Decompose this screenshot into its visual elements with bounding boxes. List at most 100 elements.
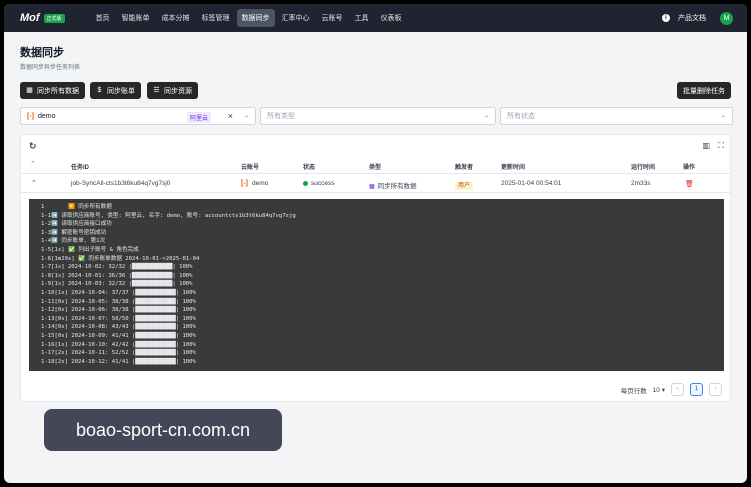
sync-all-button[interactable]: ▦ 同步所有数据: [20, 82, 85, 99]
type-filter[interactable]: 所有类型 ⌄: [260, 107, 496, 125]
database-icon: ☰: [153, 87, 160, 94]
chevron-down-icon: ⌄: [243, 113, 249, 119]
top-navbar: Mof 正式版 首页 智能账单 成本分摊 标签管理 数据同步 汇率中心 云账号 …: [4, 4, 747, 32]
chevron-down-icon: ⌄: [483, 113, 489, 119]
page-number-button[interactable]: 1: [690, 383, 703, 396]
rows-per-page-value: 10: [652, 386, 660, 394]
account-filter-value: demo: [38, 112, 56, 120]
info-icon[interactable]: i: [662, 14, 670, 22]
aliyun-icon: [-]: [241, 180, 248, 187]
app-window: Mof 正式版 首页 智能账单 成本分摊 标签管理 数据同步 汇率中心 云账号 …: [4, 4, 747, 483]
success-dot-icon: [303, 180, 308, 186]
log-line: 1-13[0s] 2024-10-07: 50/50 |████████████…: [41, 315, 196, 322]
account-filter[interactable]: [-] demo 阿里云 × ⌄: [20, 107, 256, 125]
log-line: 1-3➡️ 解密账号密钥成功: [41, 229, 107, 236]
docs-link[interactable]: 产品文档: [678, 13, 706, 23]
prev-page-button[interactable]: ‹: [671, 383, 684, 396]
cell-runtime: 2m33s: [631, 180, 651, 187]
sync-resource-button[interactable]: ☰ 同步资源: [147, 82, 198, 99]
header-status[interactable]: 状态: [303, 162, 315, 171]
cell-type-text: 同步所有数据: [377, 183, 417, 190]
sync-all-label: 同步所有数据: [37, 87, 79, 95]
header-actions: 操作: [683, 165, 696, 171]
cell-updated: 2025-01-04 00:54:01: [501, 180, 562, 187]
log-line: 1-10[1s] 2024-10-04: 37/37 |████████████…: [41, 289, 196, 296]
cloud-tag: 阿里云: [187, 112, 212, 123]
header-type[interactable]: 类型: [369, 162, 381, 171]
nav-right: i 产品文档 M: [662, 4, 733, 32]
task-table-card: ↻ ▥ ⛶ ⌃ 任务ID 云账号 状态 类型 触发者 更新时间 运行时间 操作 …: [20, 134, 731, 402]
log-line: 1-14[0s] 2024-10-08: 43/43 |████████████…: [41, 324, 196, 331]
log-line: 1-12[0s] 2024-10-06: 38/38 |████████████…: [41, 307, 196, 314]
log-line: 1-4➡️ 同步账单, 第1次: [41, 238, 106, 245]
sync-resource-label: 同步资源: [164, 87, 192, 95]
app-logo[interactable]: Mof: [20, 12, 40, 24]
row-divider: [21, 192, 730, 193]
main-menu: 首页 智能账单 成本分摊 标签管理 数据同步 汇率中心 云账号 工具 仪表板: [91, 9, 407, 27]
env-badge: 正式版: [43, 13, 65, 23]
nav-item-tag-management[interactable]: 标签管理: [197, 9, 235, 27]
bulk-delete-button[interactable]: 批量删除任务: [677, 82, 731, 99]
avatar[interactable]: M: [720, 11, 733, 25]
header-divider: [21, 173, 730, 174]
cell-trigger: 用户: [455, 180, 474, 190]
log-line: 1-7[1s] 2024-10-02: 32/32 |████████████|…: [41, 264, 193, 271]
cell-account: [-] demo: [241, 180, 268, 187]
nav-item-home[interactable]: 首页: [91, 9, 115, 27]
log-line: 1-11[0s] 2024-10-05: 38/38 |████████████…: [41, 298, 196, 305]
nav-item-dashboard[interactable]: 仪表板: [376, 9, 407, 27]
log-line: 1-16[1s] 2024-10-10: 42/42 |████████████…: [41, 341, 196, 348]
log-line: 1-8[1s] 2024-10-01: 36/36 |████████████|…: [41, 272, 193, 279]
type-filter-placeholder: 所有类型: [267, 113, 295, 120]
cell-task-id: job-SyncAll-cts1b3t6ku84q7vg7sj0: [71, 180, 171, 187]
nav-item-smart-bill[interactable]: 智能账单: [117, 9, 155, 27]
nav-item-cloud-account[interactable]: 云账号: [317, 9, 348, 27]
page-subtitle: 数据同步异步任务列表: [20, 65, 81, 71]
header-trigger[interactable]: 触发者: [455, 162, 473, 171]
clear-icon[interactable]: ×: [228, 111, 233, 121]
fullscreen-icon[interactable]: ⛶: [718, 141, 724, 151]
aliyun-icon: [-]: [27, 112, 34, 120]
log-line: 1-18[2s] 2024-10-12: 41/41 |████████████…: [41, 358, 196, 365]
log-line: 1-6[1m29s] ✅ 同步账单数据 2024-10-01->2025-01-…: [41, 255, 200, 262]
cell-status: success: [303, 180, 334, 187]
page-title: 数据同步: [20, 47, 64, 59]
cell-account-name: demo: [252, 180, 269, 187]
cell-status-text: success: [311, 180, 335, 187]
columns-icon[interactable]: ▥: [702, 141, 710, 150]
chevron-up-icon[interactable]: ⌃: [31, 179, 37, 187]
status-filter[interactable]: 所有状态 ⌄: [500, 107, 733, 125]
nav-item-cost-allocation[interactable]: 成本分摊: [157, 9, 195, 27]
collapse-all-icon[interactable]: ⌃: [30, 160, 36, 168]
watermark: boao-sport-cn.com.cn: [44, 409, 282, 451]
trigger-tag: 用户: [455, 182, 474, 190]
log-line: 1-1➡️ 读取供应商账号, 类型: 阿里云, 名字: demo, 账号: ac…: [41, 212, 296, 219]
log-line: 1-9[1s] 2024-10-03: 32/32 |████████████|…: [41, 281, 193, 288]
log-line: 1-2➡️ 读取供应商接口成功: [41, 221, 112, 228]
sync-bill-label: 同步账单: [107, 87, 135, 95]
task-log-terminal[interactable]: 1 ▶️ 同步所有数据 1-1➡️ 读取供应商账号, 类型: 阿里云, 名字: …: [29, 199, 724, 371]
nav-item-data-sync[interactable]: 数据同步: [236, 9, 275, 27]
cell-type: ▦ 同步所有数据: [369, 180, 417, 190]
nav-item-tools[interactable]: 工具: [350, 9, 374, 27]
bulk-delete-label: 批量删除任务: [683, 87, 725, 95]
header-task-id[interactable]: 任务ID: [71, 162, 89, 171]
refresh-icon[interactable]: ↻: [29, 141, 37, 152]
log-line: 1-5[1s] ✅ 列出子账号 & 角色完成: [41, 246, 139, 253]
rows-per-page-label: 每页行数: [620, 387, 647, 395]
rows-per-page-select[interactable]: 10 ▾: [653, 386, 665, 394]
next-page-button[interactable]: ›: [709, 383, 722, 396]
log-line: 1 ▶️ 同步所有数据: [41, 204, 112, 210]
header-account[interactable]: 云账号: [241, 162, 259, 171]
table-toolbar: ↻ ▥ ⛶: [21, 135, 730, 155]
nav-item-exchange-rate[interactable]: 汇率中心: [277, 9, 315, 27]
log-line: 1-15[0s] 2024-10-09: 41/41 |████████████…: [41, 332, 196, 339]
chevron-down-icon: ▾: [661, 386, 665, 394]
dollar-icon: $: [97, 87, 102, 94]
sync-bill-button[interactable]: $ 同步账单: [90, 82, 141, 99]
header-updated[interactable]: 更新时间: [501, 162, 525, 171]
header-runtime[interactable]: 运行时间: [631, 162, 655, 171]
status-filter-placeholder: 所有状态: [507, 113, 535, 120]
delete-button[interactable]: 🗑: [685, 180, 694, 188]
chevron-down-icon: ⌄: [720, 113, 726, 119]
